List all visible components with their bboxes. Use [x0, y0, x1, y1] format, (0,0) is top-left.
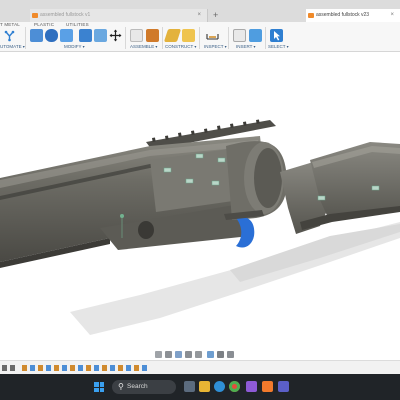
move-icon[interactable]	[109, 29, 122, 42]
grid-settings-icon[interactable]	[217, 351, 224, 358]
timeline-feature-icon[interactable]	[86, 365, 91, 371]
teams-icon[interactable]	[278, 381, 289, 392]
document-icon	[308, 13, 314, 18]
timeline-feature-icon[interactable]	[62, 365, 67, 371]
timeline-feature-icon[interactable]	[54, 365, 59, 371]
fusion360-icon[interactable]	[262, 381, 273, 392]
divider	[162, 27, 163, 49]
tab-sheet-metal[interactable]: T METAL	[0, 22, 20, 27]
assemble-menu[interactable]: ASSEMBLE	[130, 44, 157, 49]
pan-icon[interactable]	[175, 351, 182, 358]
tab-plastic[interactable]: PLASTIC	[34, 22, 54, 27]
construct-menu[interactable]: CONSTRUCT	[165, 44, 196, 49]
edge-icon[interactable]	[214, 381, 225, 392]
document-tab-active[interactable]: assembled fullstock v23 ×	[306, 9, 400, 22]
copilot-icon[interactable]	[246, 381, 257, 392]
press-pull-icon[interactable]	[30, 29, 43, 42]
zoom-icon[interactable]	[185, 351, 192, 358]
midplane-icon[interactable]	[182, 29, 195, 42]
chrome-icon[interactable]	[229, 381, 240, 392]
shell-icon[interactable]	[79, 29, 92, 42]
measure-icon[interactable]	[206, 29, 219, 42]
new-tab-button[interactable]: +	[213, 10, 218, 20]
new-component-icon[interactable]	[130, 29, 143, 42]
timeline-feature-icon[interactable]	[102, 365, 107, 371]
search-placeholder: Search	[127, 383, 148, 390]
automate-menu[interactable]: UTOMATE	[0, 44, 25, 49]
automate-icon[interactable]	[3, 29, 16, 42]
modify-menu[interactable]: MODIFY	[64, 44, 85, 49]
timeline-feature-icon[interactable]	[30, 365, 35, 371]
cylinder-face	[254, 148, 282, 208]
canvas-viewport[interactable]	[0, 52, 400, 374]
inspect-menu[interactable]: INSPECT	[204, 44, 227, 49]
timeline-feature-icon[interactable]	[118, 365, 123, 371]
timeline-play-icon[interactable]	[2, 365, 7, 371]
divider	[125, 27, 126, 49]
rifle-model-render[interactable]	[0, 52, 400, 374]
timeline-feature-icon[interactable]	[134, 365, 139, 371]
offset-plane-icon[interactable]	[163, 29, 182, 42]
task-view-icon[interactable]	[184, 381, 195, 392]
timeline-feature-icon[interactable]	[94, 365, 99, 371]
joint-icon[interactable]	[146, 29, 159, 42]
timeline-feature-icon[interactable]	[142, 365, 147, 371]
document-icon	[32, 13, 38, 18]
navigation-bar	[155, 349, 247, 360]
select-menu[interactable]: SELECT	[268, 44, 289, 49]
insert-derive-icon[interactable]	[233, 29, 246, 42]
fillet-icon[interactable]	[45, 29, 58, 42]
select-cursor-icon[interactable]	[270, 29, 283, 42]
timeline-feature-icon[interactable]	[46, 365, 51, 371]
model-shadow	[230, 224, 400, 282]
windows-taskbar: ⚲ Search	[0, 374, 400, 400]
close-tab-icon[interactable]: ×	[390, 9, 394, 22]
receiver-screw	[138, 221, 154, 239]
timeline-feature-icon[interactable]	[78, 365, 83, 371]
taskbar-search-input[interactable]: ⚲ Search	[112, 380, 176, 394]
tab-utilities[interactable]: UTILITIES	[66, 22, 89, 27]
timeline-feature-icon[interactable]	[70, 365, 75, 371]
orbit-icon[interactable]	[155, 351, 162, 358]
close-tab-icon[interactable]: ×	[197, 9, 201, 22]
search-icon: ⚲	[118, 382, 124, 391]
document-tab-bar: assembled fullstock v1 × + assembled ful…	[0, 0, 400, 22]
divider	[228, 27, 229, 49]
divider	[199, 27, 200, 49]
chamfer-icon[interactable]	[60, 29, 73, 42]
toolbar-ribbon: T METAL PLASTIC UTILITIES UTOMATE MODIFY…	[0, 22, 400, 52]
fit-icon[interactable]	[195, 351, 202, 358]
design-timeline[interactable]	[0, 360, 400, 374]
file-explorer-icon[interactable]	[199, 381, 210, 392]
display-settings-icon[interactable]	[207, 351, 214, 358]
divider	[25, 27, 26, 49]
document-tab-label: assembled fullstock v1	[40, 12, 91, 18]
insert-image-icon[interactable]	[249, 29, 262, 42]
look-at-icon[interactable]	[165, 351, 172, 358]
timeline-step-icon[interactable]	[10, 365, 15, 371]
timeline-feature-icon[interactable]	[110, 365, 115, 371]
divider	[265, 27, 266, 49]
document-tab-inactive[interactable]: assembled fullstock v1 ×	[30, 9, 208, 22]
timeline-feature-icon[interactable]	[126, 365, 131, 371]
windows-start-icon[interactable]	[94, 382, 104, 392]
document-tab-label: assembled fullstock v23	[316, 12, 370, 18]
combine-icon[interactable]	[94, 29, 107, 42]
insert-menu[interactable]: INSERT	[236, 44, 256, 49]
timeline-feature-icon[interactable]	[22, 365, 27, 371]
viewports-icon[interactable]	[227, 351, 234, 358]
timeline-feature-icon[interactable]	[38, 365, 43, 371]
